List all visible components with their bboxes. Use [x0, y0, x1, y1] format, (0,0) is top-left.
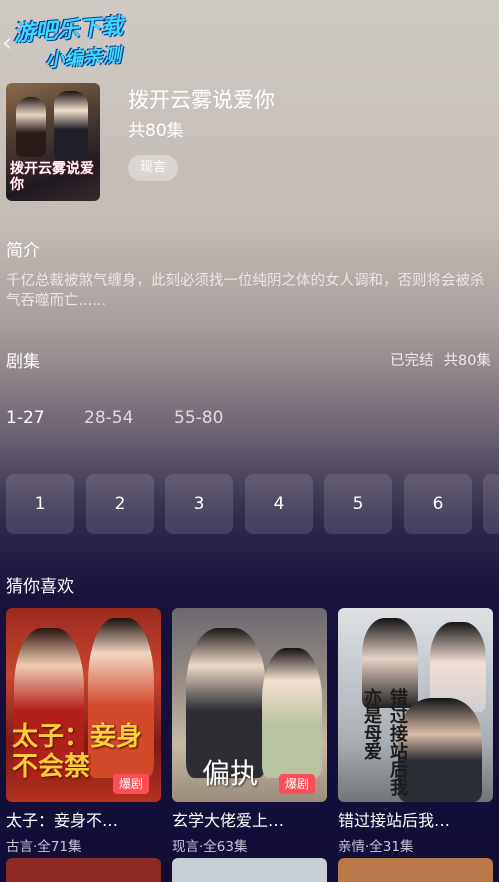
intro-text: 千亿总裁被煞气缠身，此刻必须找一位纯阴之体的女人调和，否则将会被杀气吞噬而亡..… — [6, 273, 485, 309]
poster-figure-left — [16, 97, 46, 157]
recommend-card-2[interactable]: 偏执 爆剧 玄学大佬爱上… 现言·全63集 — [172, 608, 327, 855]
drama-poster: 拨开云雾说爱你 — [6, 83, 100, 201]
recommend-card-peek-5[interactable] — [172, 858, 327, 882]
range-tab-1[interactable]: 1-27 — [6, 408, 45, 428]
hot-badge: 爆剧 — [112, 774, 149, 794]
watermark: 游吧乐下载 小编亲测 — [12, 8, 126, 75]
episodes-completed-label: 已完结 — [390, 353, 434, 369]
recommend-cover-3[interactable]: 错过接站后我亦是母爱 — [338, 608, 493, 802]
recommend-card-peek-4[interactable] — [6, 858, 161, 882]
recommend-card-1[interactable]: 太子：妾身不会禁 爆剧 太子：妾身不… 古言·全71集 — [6, 608, 161, 855]
recommend-title-3: 错过接站后我… — [338, 811, 451, 830]
intro-heading: 简介 — [6, 241, 40, 261]
episode-button-row: 1 2 3 4 5 6 — [6, 474, 499, 534]
cover-figure — [262, 648, 322, 778]
episode-button-2[interactable]: 2 — [86, 474, 154, 534]
poster-title: 拨开云雾说爱你 — [10, 161, 94, 193]
recommend-title-2: 玄学大佬爱上… — [172, 811, 285, 830]
watermark-line2: 小编亲测 — [44, 44, 122, 72]
cover-text: 错过接站后我亦是母爱 — [361, 688, 408, 796]
cover-figure — [398, 698, 482, 802]
range-tab-2[interactable]: 28-54 — [84, 408, 133, 428]
range-tab-3[interactable]: 55-80 — [174, 408, 223, 428]
hot-badge: 爆剧 — [278, 774, 315, 794]
recommend-heading: 猜你喜欢 — [6, 577, 74, 597]
episode-button-3[interactable]: 3 — [165, 474, 233, 534]
recommend-title-1: 太子：妾身不… — [6, 811, 119, 830]
recommend-meta-1: 古言·全71集 — [6, 839, 82, 855]
recommend-meta-3: 亲情·全31集 — [338, 839, 414, 855]
episode-button-1[interactable]: 1 — [6, 474, 74, 534]
episodes-heading: 剧集 — [6, 352, 40, 372]
episodes-count-label: 共80集 — [443, 353, 491, 369]
recommend-card-3[interactable]: 错过接站后我亦是母爱 错过接站后我… 亲情·全31集 — [338, 608, 493, 855]
drama-title: 拨开云雾说爱你 — [128, 88, 275, 112]
drama-episode-total: 共80集 — [128, 121, 184, 141]
genre-tag[interactable]: 现言 — [128, 155, 179, 181]
poster-figure-right — [54, 91, 88, 161]
episode-button-4[interactable]: 4 — [245, 474, 313, 534]
episodes-status: 已完结 共80集 — [380, 349, 491, 370]
cover-text: 太子：妾身不会禁 — [12, 722, 143, 782]
episode-button-next-partial[interactable] — [483, 474, 499, 534]
recommend-cover-1[interactable]: 太子：妾身不会禁 爆剧 — [6, 608, 161, 802]
episode-button-5[interactable]: 5 — [324, 474, 392, 534]
back-arrow-icon[interactable]: ‹ — [2, 28, 12, 58]
recommend-meta-2: 现言·全63集 — [172, 839, 248, 855]
recommend-card-peek-6[interactable] — [338, 858, 493, 882]
episode-button-6[interactable]: 6 — [404, 474, 472, 534]
recommend-cover-2[interactable]: 偏执 爆剧 — [172, 608, 327, 802]
cover-text: 偏执 — [202, 757, 259, 790]
